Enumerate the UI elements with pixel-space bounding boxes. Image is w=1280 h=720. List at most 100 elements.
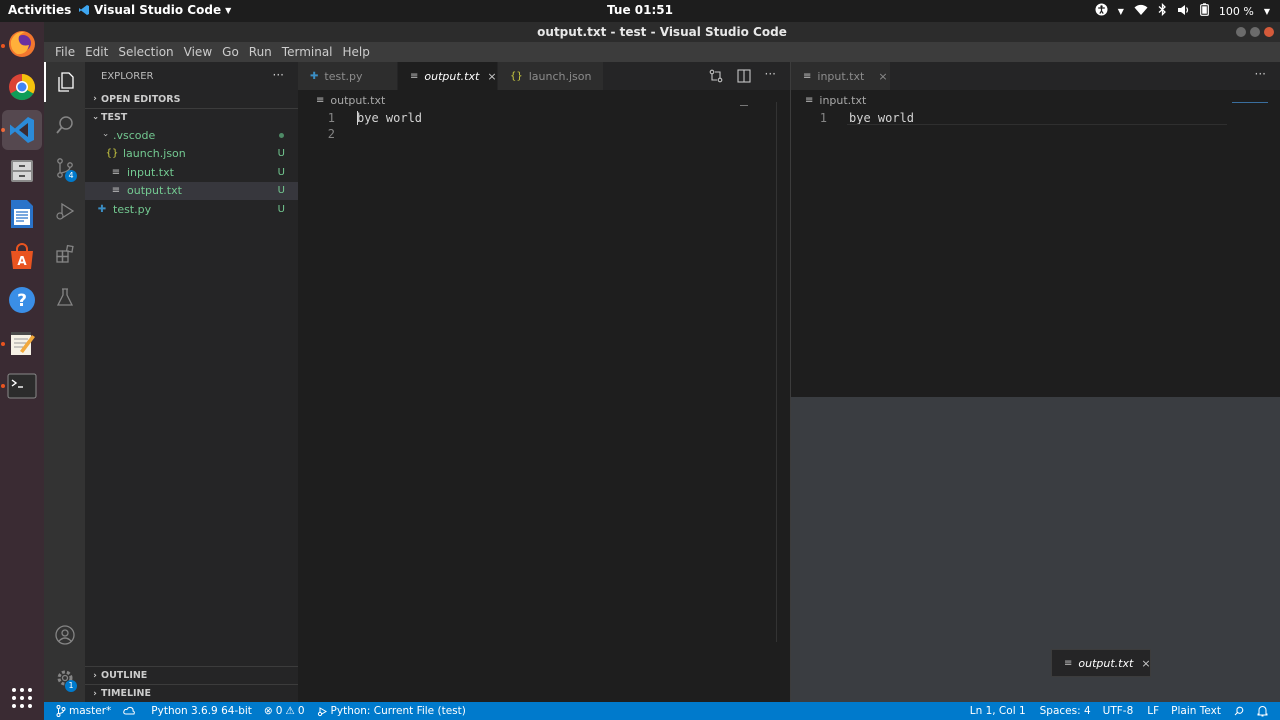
tab-input-txt[interactable]: ≡ input.txt ×: [791, 62, 891, 90]
system-tray[interactable]: ▼ 100 % ▼: [1095, 2, 1270, 19]
notifications-button[interactable]: [1251, 705, 1280, 717]
more-actions-button[interactable]: ···: [765, 68, 776, 86]
problems-item[interactable]: ⊗ 0 ⚠ 0: [258, 705, 311, 717]
dragged-tab-preview[interactable]: ≡ output.txt ×: [1051, 649, 1151, 677]
window-title-bar[interactable]: output.txt - test - Visual Studio Code: [44, 22, 1280, 42]
menu-selection[interactable]: Selection: [113, 45, 178, 59]
untracked-status: U: [277, 203, 285, 215]
outline-section[interactable]: › OUTLINE: [85, 666, 298, 684]
activities-button[interactable]: Activities: [8, 3, 71, 17]
status-bar-right: Ln 1, Col 1 Spaces: 4 UTF-8 LF Plain Tex…: [964, 705, 1280, 717]
help-launcher[interactable]: ?: [6, 284, 38, 316]
open-editors-section[interactable]: › OPEN EDITORS: [85, 90, 298, 108]
extensions-view-button[interactable]: [44, 234, 85, 274]
accessibility-icon[interactable]: [1095, 3, 1108, 19]
modified-dot-indicator: [279, 132, 284, 138]
battery-icon[interactable]: [1199, 3, 1209, 19]
close-tab-button[interactable]: ×: [487, 70, 496, 83]
menu-run[interactable]: Run: [244, 45, 277, 59]
editor-group-left: ✚ test.py ≡ output.txt × {} launch.json …: [298, 62, 790, 702]
debug-config-item[interactable]: Python: Current File (test): [311, 705, 472, 717]
menu-view[interactable]: View: [179, 45, 217, 59]
tab-test-py[interactable]: ✚ test.py: [298, 62, 398, 90]
open-changes-button[interactable]: [709, 69, 723, 86]
tab-launch-json[interactable]: {} launch.json: [498, 62, 604, 90]
tree-item-output-txt[interactable]: ≡ output.txt U: [85, 181, 298, 200]
close-window-button[interactable]: [1264, 27, 1274, 37]
maximize-button[interactable]: [1250, 27, 1260, 37]
untracked-status: U: [277, 166, 285, 178]
writer-launcher[interactable]: [6, 198, 38, 230]
python-interpreter-label: Python 3.6.9 64-bit: [151, 705, 252, 717]
minimize-button[interactable]: [1236, 27, 1246, 37]
menu-help[interactable]: Help: [338, 45, 375, 59]
encoding-item[interactable]: UTF-8: [1097, 705, 1140, 717]
files-launcher[interactable]: [6, 155, 38, 187]
minimap-slider[interactable]: [1232, 102, 1268, 103]
menu-file[interactable]: File: [50, 45, 80, 59]
window-controls: [1236, 27, 1274, 37]
vertical-scrollbar[interactable]: [776, 102, 777, 642]
notepad-pencil-icon: [11, 332, 35, 355]
text-editor-launcher[interactable]: [6, 327, 38, 359]
menu-go[interactable]: Go: [217, 45, 244, 59]
debug-icon: [317, 706, 327, 716]
chrome-launcher[interactable]: [6, 71, 38, 103]
eol-item[interactable]: LF: [1139, 705, 1165, 717]
language-mode-item[interactable]: Plain Text: [1165, 705, 1227, 717]
minimap[interactable]: [723, 105, 778, 118]
timeline-section[interactable]: › TIMELINE: [85, 684, 298, 702]
breadcrumb[interactable]: ≡ output.txt: [298, 90, 790, 110]
tree-item-label: output.txt: [127, 184, 182, 198]
folder-section[interactable]: › TEST: [85, 108, 298, 126]
tree-item-label: input.txt: [127, 165, 174, 179]
close-tab-button[interactable]: ×: [1141, 657, 1150, 670]
text-file-icon: ≡: [1064, 657, 1073, 669]
python-interpreter-item[interactable]: Python 3.6.9 64-bit: [141, 705, 258, 717]
sync-button[interactable]: [117, 706, 141, 716]
indentation-item[interactable]: Spaces: 4: [1032, 705, 1097, 717]
git-branch-item[interactable]: master*: [44, 705, 117, 717]
code-editor[interactable]: 1 bye world: [791, 102, 1280, 126]
cursor-position-item[interactable]: Ln 1, Col 1: [964, 705, 1032, 717]
chrome-icon: [9, 74, 36, 101]
explorer-view-button[interactable]: [44, 62, 85, 102]
explorer-more-actions-button[interactable]: ···: [273, 68, 284, 82]
accounts-button[interactable]: [44, 615, 85, 655]
manage-button[interactable]: 1: [44, 658, 85, 698]
volume-icon[interactable]: [1177, 4, 1190, 19]
tree-item-test-py[interactable]: ✚ test.py U: [85, 200, 298, 219]
menu-edit[interactable]: Edit: [80, 45, 113, 59]
firefox-launcher[interactable]: [6, 28, 38, 60]
tree-item-vscode-folder[interactable]: › .vscode: [85, 126, 298, 145]
search-view-button[interactable]: [44, 105, 85, 145]
close-tab-button[interactable]: ×: [878, 70, 887, 83]
tree-item-input-txt[interactable]: ≡ input.txt U: [85, 163, 298, 182]
caret-down-icon: ▼: [225, 5, 232, 15]
tree-item-launch-json[interactable]: {} launch.json U: [85, 145, 298, 164]
split-editor-button[interactable]: [736, 69, 751, 86]
timeline-label: TIMELINE: [101, 688, 151, 699]
breadcrumb[interactable]: ≡ input.txt: [791, 90, 1280, 110]
testing-view-button[interactable]: [44, 277, 85, 317]
explorer-title: EXPLORER: [101, 70, 154, 82]
bluetooth-icon[interactable]: [1158, 2, 1167, 19]
vscode-launcher[interactable]: [2, 110, 42, 150]
show-applications-button[interactable]: [6, 682, 38, 714]
feedback-button[interactable]: [1227, 705, 1251, 717]
run-debug-view-button[interactable]: [44, 191, 85, 231]
chevron-right-icon: ›: [93, 670, 97, 681]
terminal-launcher[interactable]: [6, 370, 38, 402]
tab-output-txt[interactable]: ≡ output.txt ×: [398, 62, 498, 90]
account-icon: [54, 625, 75, 645]
menu-terminal[interactable]: Terminal: [277, 45, 338, 59]
software-launcher[interactable]: A: [6, 241, 38, 273]
running-indicator: [1, 44, 5, 48]
source-control-view-button[interactable]: 4: [44, 148, 85, 188]
more-actions-button[interactable]: ···: [1255, 68, 1266, 80]
app-menu[interactable]: Visual Studio Code ▼: [78, 3, 231, 17]
tab-label: output.txt: [424, 69, 480, 83]
code-editor[interactable]: 1 bye world 2: [298, 102, 790, 642]
git-branch-label: master*: [69, 705, 112, 717]
wifi-icon[interactable]: [1134, 4, 1148, 19]
